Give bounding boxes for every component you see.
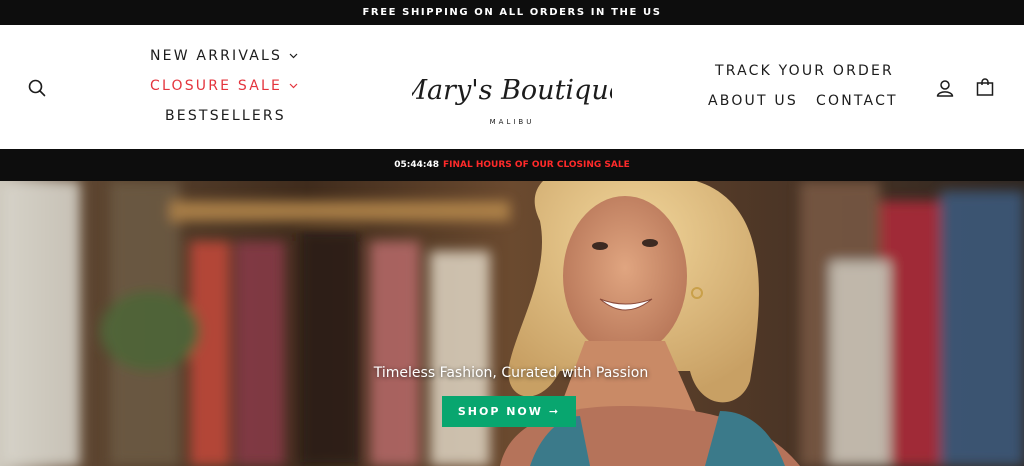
site-logo[interactable]: Mary's Boutique MALIBU	[412, 49, 612, 129]
nav-contact[interactable]: CONTACT	[816, 93, 898, 109]
announcement-bar: FREE SHIPPING ON ALL ORDERS IN THE US	[0, 0, 1024, 25]
chevron-down-icon	[289, 53, 298, 59]
logo-location: MALIBU	[490, 118, 535, 126]
cart-button[interactable]	[970, 72, 1000, 102]
nav-about-us[interactable]: ABOUT US	[708, 93, 798, 109]
nav-new-arrivals[interactable]: NEW ARRIVALS	[150, 48, 298, 64]
logo-graphic: Mary's Boutique MALIBU	[412, 75, 612, 126]
countdown-message: FINAL HOURS OF OUR CLOSING SALE	[443, 160, 630, 170]
nav-bestsellers[interactable]: BESTSELLERS	[165, 108, 286, 124]
hero-title: Timeless Fashion, Curated with Passion	[373, 365, 649, 381]
countdown-bar: 05:44:48 FINAL HOURS OF OUR CLOSING SALE	[0, 149, 1024, 181]
nav-new-arrivals-label: NEW ARRIVALS	[150, 48, 283, 64]
site-header: NEW ARRIVALS CLOSURE SALE BESTSELLERS Ma…	[0, 25, 1024, 149]
user-icon	[936, 80, 954, 97]
chevron-down-icon	[289, 83, 298, 89]
announcement-text: FREE SHIPPING ON ALL ORDERS IN THE US	[362, 7, 662, 18]
arrow-right-icon: ➞	[548, 405, 561, 418]
search-icon	[28, 79, 46, 97]
shop-now-button[interactable]: SHOP NOW ➞	[442, 396, 576, 427]
shopping-bag-icon	[976, 78, 994, 96]
shop-now-label: SHOP NOW	[457, 405, 543, 418]
nav-bestsellers-label: BESTSELLERS	[165, 108, 286, 124]
countdown-timer: 05:44:48	[394, 160, 440, 170]
search-button[interactable]	[22, 73, 52, 103]
nav-closure-sale-label: CLOSURE SALE	[150, 78, 283, 94]
nav-closure-sale[interactable]: CLOSURE SALE	[150, 78, 298, 94]
account-button[interactable]	[930, 73, 960, 103]
hero-banner: Timeless Fashion, Curated with Passion S…	[0, 181, 1024, 466]
logo-name: Mary's Boutique	[412, 75, 612, 106]
nav-track-order-label: TRACK YOUR ORDER	[715, 63, 894, 79]
nav-contact-label: CONTACT	[816, 93, 898, 109]
nav-about-us-label: ABOUT US	[708, 93, 798, 109]
nav-track-order[interactable]: TRACK YOUR ORDER	[715, 63, 894, 79]
